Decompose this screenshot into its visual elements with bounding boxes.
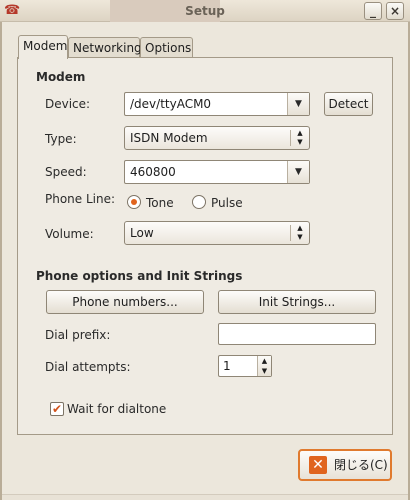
phone-numbers-button[interactable]: Phone numbers...: [46, 290, 204, 314]
speed-label: Speed:: [45, 165, 87, 179]
volume-label: Volume:: [45, 227, 94, 241]
dial-attempts-label: Dial attempts:: [45, 360, 131, 374]
dropdown-arrow-icon[interactable]: ▼: [287, 161, 309, 183]
device-label: Device:: [45, 97, 91, 111]
title-bar[interactable]: ☎ Setup _ ×: [0, 0, 410, 22]
pulse-label[interactable]: Pulse: [211, 196, 243, 210]
close-button[interactable]: ✕ 閉じる(C): [298, 449, 392, 481]
detect-button[interactable]: Detect: [324, 92, 373, 116]
speed-combo[interactable]: 460800 ▼: [124, 160, 310, 184]
dial-attempts-spinner[interactable]: 1 ▲ ▼: [218, 355, 272, 377]
phone-options-section-title: Phone options and Init Strings: [36, 269, 243, 283]
tone-radio[interactable]: [127, 195, 141, 209]
dial-prefix-label: Dial prefix:: [45, 328, 111, 342]
window-title: Setup: [185, 4, 225, 18]
window-bottom-edge: [2, 494, 408, 500]
tab-modem[interactable]: Modem: [18, 35, 68, 59]
minimize-button[interactable]: _: [364, 2, 382, 20]
wait-dialtone-checkbox[interactable]: ✔: [50, 402, 64, 416]
tone-label[interactable]: Tone: [146, 196, 174, 210]
volume-value: Low: [130, 226, 154, 240]
device-value[interactable]: /dev/ttyACM0: [130, 93, 211, 115]
init-strings-button[interactable]: Init Strings...: [218, 290, 376, 314]
tab-options[interactable]: Options: [140, 37, 193, 59]
device-combo[interactable]: /dev/ttyACM0 ▼: [124, 92, 310, 116]
close-icon: ✕: [309, 456, 327, 474]
tab-networking[interactable]: Networking: [68, 37, 142, 59]
speed-value[interactable]: 460800: [130, 161, 176, 183]
dial-prefix-input[interactable]: [218, 323, 376, 345]
select-separator: [290, 130, 291, 146]
updown-arrows-icon: ▲ ▼: [297, 129, 303, 146]
modem-section-title: Modem: [36, 70, 86, 84]
wait-dialtone-label[interactable]: Wait for dialtone: [67, 402, 166, 416]
spin-arrows-icon[interactable]: ▲ ▼: [257, 356, 271, 376]
dropdown-arrow-icon[interactable]: ▼: [287, 93, 309, 115]
pulse-radio[interactable]: [192, 195, 206, 209]
type-select[interactable]: ISDN Modem ▲ ▼: [124, 126, 310, 150]
updown-arrows-icon: ▲ ▼: [297, 224, 303, 241]
volume-select[interactable]: Low ▲ ▼: [124, 221, 310, 245]
dial-attempts-value[interactable]: 1: [223, 356, 231, 376]
select-separator: [290, 225, 291, 241]
window-frame-left: [0, 22, 2, 500]
close-button-label: 閉じる(C): [334, 458, 388, 472]
type-label: Type:: [45, 132, 77, 146]
type-value: ISDN Modem: [130, 131, 208, 145]
close-window-button[interactable]: ×: [386, 2, 404, 20]
phone-line-label: Phone Line:: [45, 192, 116, 206]
